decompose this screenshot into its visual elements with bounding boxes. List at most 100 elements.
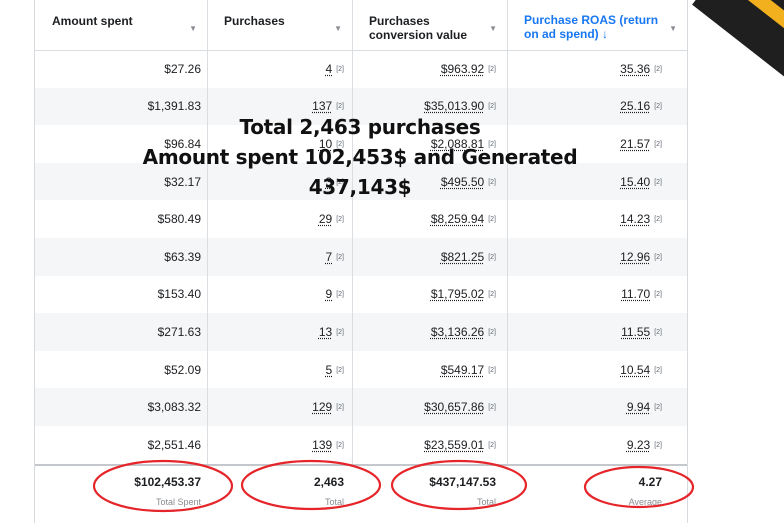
amount-spent-cell-value: $3,083.32	[147, 400, 201, 415]
amount-spent-cell: $2,551.46	[35, 438, 207, 452]
info-icon[interactable]: [2]	[654, 404, 662, 411]
roas-cell[interactable]: 11.55 [2]	[507, 325, 687, 339]
total-value: 2,463	[313, 475, 344, 489]
info-icon[interactable]: [2]	[654, 442, 662, 449]
info-icon[interactable]: [2]	[336, 404, 344, 411]
info-icon[interactable]: [2]	[488, 329, 496, 336]
info-icon[interactable]: [2]	[336, 291, 344, 298]
purchases-cell[interactable]: 5 [2]	[207, 363, 352, 377]
conversion-value-cell-value: $549.17	[440, 362, 485, 377]
roas-cell[interactable]: 11.70 [2]	[507, 287, 687, 301]
info-icon[interactable]: [2]	[488, 216, 496, 223]
amount-spent-cell-value: $580.49	[157, 212, 201, 227]
amount-spent-cell: $27.26	[35, 62, 207, 76]
purchases-cell[interactable]: 29 [2]	[207, 212, 352, 226]
results-table: Amount spent ▼ Purchases ▼ Purchases con…	[34, 0, 688, 524]
info-icon[interactable]: [2]	[488, 291, 496, 298]
roas-cell-value: 10.54	[620, 362, 651, 377]
total-value: 4.27	[638, 475, 662, 489]
amount-spent-cell: $271.63	[35, 325, 207, 339]
info-icon[interactable]: [2]	[336, 254, 344, 261]
roas-cell[interactable]: 35.36 [2]	[507, 62, 687, 76]
conversion-value-cell[interactable]: $963.92 [2]	[352, 62, 507, 76]
roas-cell[interactable]: 14.23 [2]	[507, 212, 687, 226]
roas-cell-value: 21.57	[620, 136, 651, 151]
conversion-value-cell-value: $23,559.01	[424, 437, 485, 452]
info-icon[interactable]: [2]	[336, 103, 344, 110]
info-icon[interactable]: [2]	[336, 66, 344, 73]
info-icon[interactable]: [2]	[336, 442, 344, 449]
table-row: $27.26 4 [2] $963.92 [2] 35.36 [2]	[35, 50, 687, 88]
table-row: $2,551.46 139 [2] $23,559.01 [2] 9.23 [2]	[35, 426, 687, 464]
roas-cell-value: 35.36	[620, 61, 651, 76]
amount-spent-cell-value: $2,551.46	[147, 437, 201, 452]
conversion-value-cell[interactable]: $821.25 [2]	[352, 250, 507, 264]
purchases-cell-value: 7	[325, 249, 333, 264]
info-icon[interactable]: [2]	[654, 66, 662, 73]
purchases-cell[interactable]: 139 [2]	[207, 438, 352, 452]
info-icon[interactable]: [2]	[654, 291, 662, 298]
purchases-cell[interactable]: 9 [2]	[207, 287, 352, 301]
amount-spent-cell: $580.49	[35, 212, 207, 226]
roas-cell[interactable]: 12.96 [2]	[507, 250, 687, 264]
total-purchases: 2,463 Total	[207, 466, 352, 524]
sort-icon[interactable]: ▼	[334, 22, 342, 36]
total-label: Total	[476, 497, 496, 507]
amount-spent-cell: $63.39	[35, 250, 207, 264]
roas-cell-value: 14.23	[620, 212, 651, 227]
sort-icon[interactable]: ▼	[189, 22, 197, 36]
amount-spent-cell: $3,083.32	[35, 400, 207, 414]
column-header-conversion-value[interactable]: Purchases conversion value ▼	[352, 0, 507, 50]
amount-spent-cell-value: $52.09	[164, 362, 201, 377]
conversion-value-cell-value: $3,136.26	[430, 324, 485, 339]
info-icon[interactable]: [2]	[488, 367, 496, 374]
total-value: $437,147.53	[429, 475, 496, 489]
info-icon[interactable]: [2]	[488, 66, 496, 73]
purchases-cell[interactable]: 13 [2]	[207, 325, 352, 339]
info-icon[interactable]: [2]	[488, 442, 496, 449]
conversion-value-cell[interactable]: $30,657.86 [2]	[352, 400, 507, 414]
conversion-value-cell-value: $821.25	[440, 249, 485, 264]
info-icon[interactable]: [2]	[336, 216, 344, 223]
purchases-cell[interactable]: 7 [2]	[207, 250, 352, 264]
roas-cell[interactable]: 9.94 [2]	[507, 400, 687, 414]
conversion-value-cell[interactable]: $1,795.02 [2]	[352, 287, 507, 301]
column-header-purchase-roas[interactable]: Purchase ROAS (return on ad spend) ↓ ▼	[507, 0, 687, 50]
conversion-value-cell[interactable]: $23,559.01 [2]	[352, 438, 507, 452]
info-icon[interactable]: [2]	[654, 329, 662, 336]
conversion-value-cell[interactable]: $8,259.94 [2]	[352, 212, 507, 226]
column-header-label: Purchases conversion value	[369, 14, 468, 42]
info-icon[interactable]: [2]	[654, 254, 662, 261]
table-row: $3,083.32 129 [2] $30,657.86 [2] 9.94 [2]	[35, 388, 687, 426]
info-icon[interactable]: [2]	[654, 367, 662, 374]
info-icon[interactable]: [2]	[488, 404, 496, 411]
purchases-cell[interactable]: 129 [2]	[207, 400, 352, 414]
info-icon[interactable]: [2]	[654, 179, 662, 186]
info-icon[interactable]: [2]	[336, 367, 344, 374]
sort-icon[interactable]: ▼	[489, 22, 497, 36]
column-header-purchases[interactable]: Purchases ▼	[207, 0, 352, 50]
info-icon[interactable]: [2]	[654, 103, 662, 110]
conversion-value-cell[interactable]: $3,136.26 [2]	[352, 325, 507, 339]
info-icon[interactable]: [2]	[654, 141, 662, 148]
conversion-value-cell[interactable]: $549.17 [2]	[352, 363, 507, 377]
table-row: $63.39 7 [2] $821.25 [2] 12.96 [2]	[35, 237, 687, 276]
amount-spent-cell-value: $63.39	[164, 249, 201, 264]
info-icon[interactable]: [2]	[488, 254, 496, 261]
roas-cell-value: 15.40	[620, 174, 651, 189]
roas-cell[interactable]: 10.54 [2]	[507, 363, 687, 377]
column-header-amount-spent[interactable]: Amount spent ▼	[35, 0, 207, 50]
amount-spent-cell-value: $153.40	[157, 287, 201, 302]
total-label: Average	[628, 497, 662, 507]
info-icon[interactable]: [2]	[488, 103, 496, 110]
column-header-label: Purchases	[224, 14, 285, 28]
conversion-value-cell-value: $30,657.86	[424, 400, 485, 415]
info-icon[interactable]: [2]	[654, 216, 662, 223]
column-header-label: Amount spent	[52, 14, 133, 28]
roas-cell-value: 9.23	[626, 437, 651, 452]
roas-cell[interactable]: 9.23 [2]	[507, 438, 687, 452]
info-icon[interactable]: [2]	[336, 329, 344, 336]
roas-cell-value: 11.55	[621, 324, 651, 339]
sort-icon[interactable]: ▼	[669, 22, 677, 36]
purchases-cell[interactable]: 4 [2]	[207, 62, 352, 76]
